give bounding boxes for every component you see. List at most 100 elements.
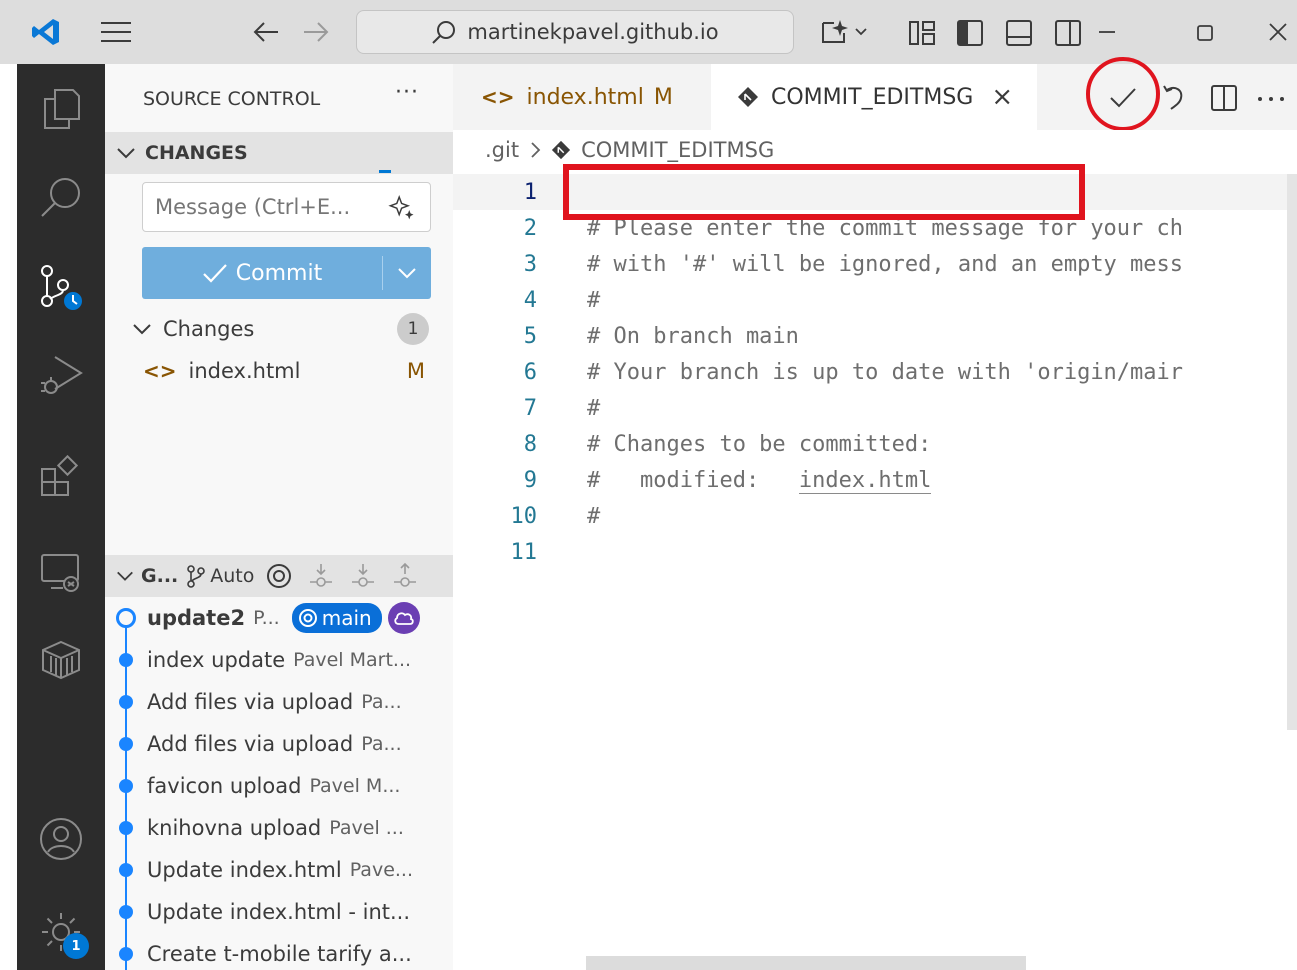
push-icon[interactable]: [392, 562, 418, 590]
graph-commit-row[interactable]: favicon upload Pavel M...: [105, 765, 453, 807]
code-line[interactable]: 4 #: [453, 282, 1297, 318]
toggle-panel-icon[interactable]: [1005, 19, 1033, 47]
menu-icon[interactable]: [100, 20, 132, 44]
graph-commit-row[interactable]: knihovna upload Pavel ...: [105, 807, 453, 849]
extensions-icon: [41, 455, 79, 496]
remote-explorer-activity[interactable]: [17, 539, 105, 605]
code-line[interactable]: 5 # On branch main: [453, 318, 1297, 354]
vertical-scrollbar[interactable]: [1287, 174, 1297, 730]
breadcrumb-folder[interactable]: .git: [485, 138, 519, 162]
head-commit-dot: [116, 608, 136, 628]
changes-section-header[interactable]: CHANGES: [105, 132, 453, 174]
forward-arrow-icon[interactable]: [302, 20, 330, 44]
graph-commit-row[interactable]: update2 P... main: [105, 597, 453, 639]
editor-area[interactable]: 1 2 # Please enter the commit message fo…: [453, 130, 1297, 970]
chevron-down-icon: [398, 268, 416, 279]
pull-icon[interactable]: [350, 562, 376, 590]
file-link[interactable]: index.html: [798, 467, 932, 494]
accounts-activity[interactable]: [17, 806, 105, 872]
commit-dot: [119, 863, 133, 877]
close-window-icon[interactable]: [1268, 22, 1288, 42]
changes-group-row[interactable]: Changes 1: [105, 309, 453, 349]
source-control-sidebar: SOURCE CONTROL ··· CHANGES Message (Ctrl…: [105, 64, 453, 970]
tab-index-html[interactable]: <> index.html M: [453, 64, 711, 130]
line-number: 1: [523, 179, 537, 205]
source-control-activity[interactable]: [17, 254, 105, 320]
graph-commit-row[interactable]: index update Pavel Mart...: [105, 639, 453, 681]
graph-section-header[interactable]: G... Auto: [105, 555, 453, 597]
code-line[interactable]: 10 #: [453, 498, 1297, 534]
copilot-sparkle-icon[interactable]: [820, 18, 870, 46]
discard-commit-button[interactable]: [1161, 84, 1185, 112]
code-line[interactable]: 9 # modified: index.html: [453, 462, 1297, 498]
code-line[interactable]: 11: [453, 534, 1297, 570]
graph-commit-row[interactable]: Update index.html - int...: [105, 891, 453, 933]
explorer-activity[interactable]: [17, 76, 105, 142]
more-actions-button[interactable]: [1257, 96, 1285, 102]
graph-auto-label[interactable]: Auto: [210, 565, 254, 587]
split-editor-button[interactable]: [1210, 84, 1238, 112]
breadcrumb: .git COMMIT_EDITMSG: [485, 138, 774, 162]
file-status-modified: M: [406, 359, 425, 383]
line-text: #: [587, 395, 601, 421]
line-number: 6: [523, 359, 537, 385]
line-number: 11: [510, 539, 538, 565]
maximize-icon[interactable]: [1196, 24, 1214, 42]
changes-group-label: Changes: [163, 317, 255, 341]
commit-dot: [119, 737, 133, 751]
commit-message-input[interactable]: Message (Ctrl+E...: [142, 182, 431, 232]
target-icon[interactable]: [266, 563, 292, 589]
code-line[interactable]: 8 # Changes to be committed:: [453, 426, 1297, 462]
tab-commit-editmsg[interactable]: COMMIT_EDITMSG ×: [711, 64, 1037, 130]
manage-activity[interactable]: 1: [17, 899, 105, 965]
split-editor-icon: [1211, 85, 1237, 111]
commit-author: P...: [253, 607, 280, 629]
minimize-icon[interactable]: [1098, 30, 1116, 34]
line-number: 4: [523, 287, 537, 313]
horizontal-scrollbar[interactable]: [586, 956, 1026, 970]
extensions-activity[interactable]: [17, 444, 105, 510]
graph-commit-row[interactable]: Add files via upload Pa...: [105, 681, 453, 723]
containers-activity[interactable]: [17, 627, 105, 693]
line-number: 8: [523, 431, 537, 457]
undo-icon: [1163, 85, 1183, 110]
changes-count-badge: 1: [397, 313, 429, 345]
graph-commit-row[interactable]: Update index.html Pave...: [105, 849, 453, 891]
changed-file-row[interactable]: <> index.html M: [105, 351, 453, 391]
line-text: #: [587, 287, 601, 313]
annotation-rectangle: [563, 164, 1085, 220]
code-line[interactable]: 7 #: [453, 390, 1297, 426]
line-number: 5: [523, 323, 537, 349]
commit-message: Create t-mobile tarify a...: [147, 942, 412, 966]
commit-button[interactable]: Commit: [142, 247, 431, 299]
code-line[interactable]: 6 # Your branch is up to date with 'orig…: [453, 354, 1297, 390]
fetch-icon[interactable]: [308, 562, 334, 590]
customize-layout-icon[interactable]: [908, 20, 936, 46]
line-number: 7: [523, 395, 537, 421]
tab-close-button[interactable]: ×: [991, 82, 1013, 112]
breadcrumb-file[interactable]: COMMIT_EDITMSG: [581, 138, 774, 162]
graph-commit-row[interactable]: Create t-mobile tarify a...: [105, 933, 453, 970]
editor-tab-bar: <> index.html M COMMIT_EDITMSG ×: [453, 57, 1297, 131]
line-text: # Changes to be committed:: [587, 431, 932, 457]
toggle-secondary-sidebar-icon[interactable]: [1054, 19, 1082, 47]
remote-cloud-badge: [387, 602, 420, 634]
sidebar-more-button[interactable]: ···: [395, 80, 419, 105]
graph-commit-row[interactable]: Add files via upload Pa...: [105, 723, 453, 765]
chevron-down-icon: [117, 571, 133, 581]
commit-message: index update: [147, 648, 286, 672]
code-line[interactable]: 3 # with '#' will be ignored, and an emp…: [453, 246, 1297, 282]
commit-main-action[interactable]: Commit: [142, 247, 382, 299]
back-arrow-icon[interactable]: [252, 20, 280, 44]
check-icon: [203, 264, 227, 283]
search-activity[interactable]: [17, 164, 105, 230]
annotation-circle: [1086, 57, 1160, 131]
commit-dropdown-button[interactable]: [383, 267, 431, 279]
toggle-primary-sidebar-icon[interactable]: [956, 19, 984, 47]
commit-author: Pavel M...: [309, 775, 401, 797]
sparkle-generate-icon[interactable]: [388, 193, 418, 223]
commit-dot: [119, 653, 133, 667]
command-center-search[interactable]: martinekpavel.github.io: [356, 10, 794, 54]
run-debug-activity[interactable]: [17, 342, 105, 408]
commit-author: Pave...: [349, 859, 414, 881]
